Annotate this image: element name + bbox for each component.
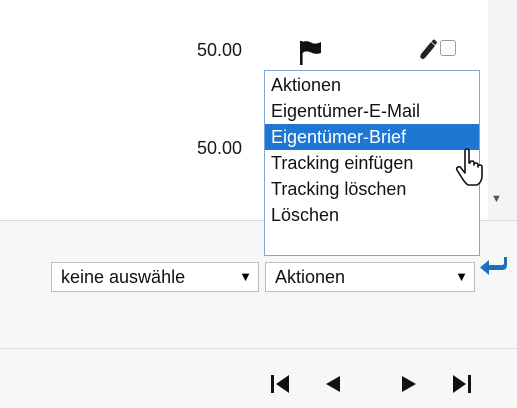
return-arrow-icon[interactable] [478,254,510,282]
mouse-pointer-icon [455,148,483,186]
first-page-icon[interactable] [268,372,292,396]
previous-page-icon[interactable] [320,372,344,396]
dropdown-option-tracking-loeschen[interactable]: Tracking löschen [265,176,479,202]
flag-icon[interactable] [299,39,323,67]
dropdown-option-eigentuemer-brief[interactable]: Eigentümer-Brief [265,124,479,150]
selection-select[interactable]: keine auswähle ▼ [51,262,259,292]
pencil-icon[interactable] [416,38,438,64]
divider [0,348,517,349]
row-amount: 50.00 [197,40,243,60]
dropdown-option-eigentuemer-email[interactable]: Eigentümer-E-Mail [265,98,479,124]
dropdown-option-loeschen[interactable]: Löschen [265,202,479,228]
row-amount: 50.00 [197,138,243,158]
chevron-down-icon: ▼ [239,269,252,284]
dropdown-option-tracking-einfuegen[interactable]: Tracking einfügen [265,150,479,176]
chevron-down-icon: ▼ [455,269,468,284]
action-dropdown-list: Aktionen Eigentümer-E-Mail Eigentümer-Br… [264,70,480,256]
last-page-icon[interactable] [450,372,474,396]
dropdown-option-aktionen[interactable]: Aktionen [265,72,479,98]
selection-select-value: keine auswähle [61,267,186,287]
action-select[interactable]: Aktionen ▼ [265,262,475,292]
next-page-icon[interactable] [398,372,422,396]
scroll-down-arrow-icon[interactable]: ▼ [488,188,505,210]
stage: ▼ 50.00 50.00 keine auswähle ▼ Aktionen … [0,0,517,408]
action-select-value: Aktionen [275,267,346,287]
scrollbar-track[interactable] [488,0,517,220]
row-checkbox[interactable] [440,40,456,56]
